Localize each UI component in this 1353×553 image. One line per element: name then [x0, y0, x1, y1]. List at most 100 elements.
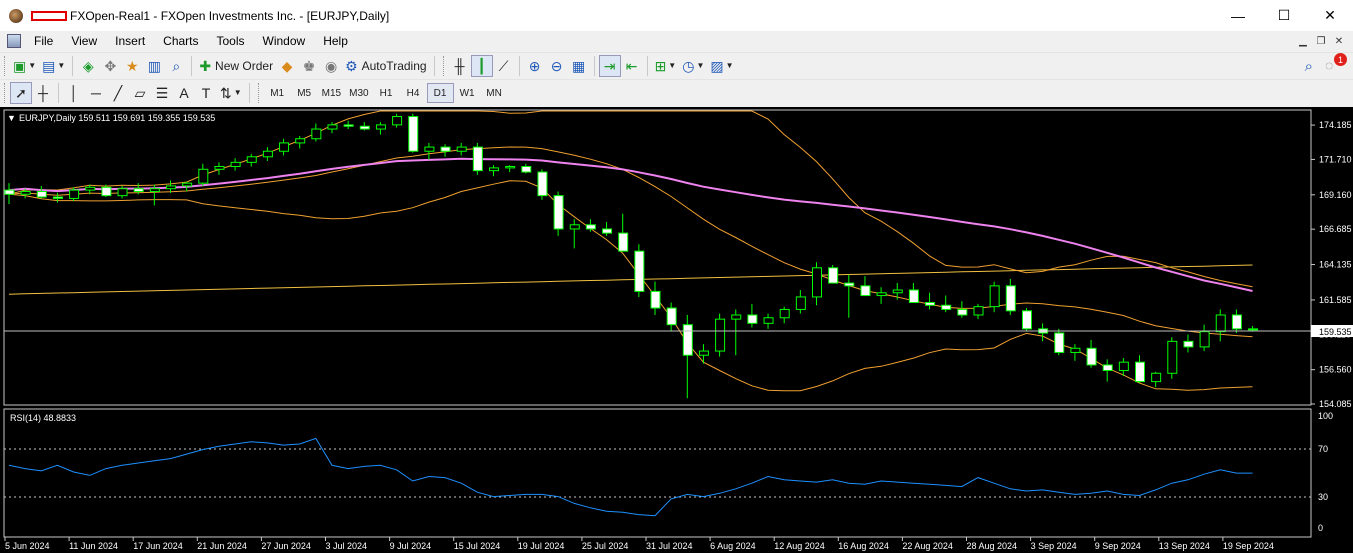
- minimize-button[interactable]: —: [1215, 0, 1261, 31]
- auto-scroll-button[interactable]: ⇥: [598, 55, 621, 77]
- bear-candle: [101, 186, 112, 197]
- profiles-button[interactable]: ▤ ▼: [39, 55, 68, 77]
- timeframe-m30[interactable]: M30: [345, 83, 372, 103]
- toolbar-grip-3[interactable]: [4, 83, 7, 103]
- text-label-icon: T: [201, 85, 211, 101]
- menu-window[interactable]: Window: [254, 34, 315, 48]
- metaeditor-button[interactable]: ◆: [276, 55, 298, 77]
- zoom-in-button[interactable]: ⊕: [524, 55, 546, 77]
- mdi-minimize-icon[interactable]: ▁: [1295, 33, 1311, 49]
- menu-insert[interactable]: Insert: [106, 34, 154, 48]
- zoom-out-button[interactable]: ⊖: [546, 55, 568, 77]
- mdi-close-icon[interactable]: ✕: [1331, 33, 1347, 49]
- notifications-button[interactable]: ◌ 1: [1325, 53, 1347, 75]
- timeframe-d1[interactable]: D1: [426, 83, 454, 103]
- bull-candle: [311, 128, 322, 140]
- arrows-button[interactable]: ⇅ ▼: [217, 82, 245, 104]
- trendline-button[interactable]: ╱: [107, 82, 129, 104]
- cursor-button[interactable]: ➚: [10, 82, 32, 104]
- date-axis-label: 28 Aug 2024: [967, 541, 1018, 551]
- new-order-button[interactable]: ✚ New Order: [196, 55, 276, 77]
- crosshair-icon: ┼: [38, 85, 48, 101]
- close-button[interactable]: ✕: [1307, 0, 1353, 31]
- crosshair-button[interactable]: ┼: [32, 82, 54, 104]
- current-price-label: 159.535: [1319, 327, 1352, 337]
- chart-window[interactable]: 174.185 171.710 169.160 166.685 164.135 161.5…: [0, 107, 1353, 553]
- bull-candle: [1199, 331, 1210, 348]
- bull-candle: [812, 267, 822, 298]
- data-window-button[interactable]: ✥: [99, 55, 121, 77]
- date-axis-label: 21 Jun 2024: [197, 541, 247, 551]
- autotrading-button[interactable]: ⚙ AutoTrading: [342, 55, 430, 77]
- date-axis-label: 9 Sep 2024: [1095, 541, 1141, 551]
- menu-charts[interactable]: Charts: [154, 34, 207, 48]
- menu-file[interactable]: File: [25, 34, 62, 48]
- bull-candle: [392, 116, 403, 126]
- bear-candle: [650, 290, 661, 309]
- experts-button[interactable]: ♚: [298, 55, 320, 77]
- bull-candle: [489, 167, 499, 172]
- date-axis-label: 15 Jul 2024: [454, 541, 501, 551]
- terminal-button[interactable]: ▥: [143, 55, 165, 77]
- bear-candle: [828, 267, 839, 284]
- toolbar-grip-2[interactable]: [442, 56, 446, 76]
- text-button[interactable]: A: [173, 82, 195, 104]
- line-chart-button[interactable]: ⟋: [493, 55, 515, 77]
- equidistant-channel-button[interactable]: ▱: [129, 82, 151, 104]
- signals-button[interactable]: ◉: [320, 55, 342, 77]
- bear-candle: [343, 124, 354, 127]
- bear-candle: [1102, 364, 1113, 371]
- indicators-button[interactable]: ⊞ ▼: [652, 55, 680, 77]
- rsi-level-0-label: 0: [1318, 523, 1323, 533]
- horizontal-line-button[interactable]: ─: [85, 82, 107, 104]
- toolbar-grip-4[interactable]: [257, 83, 261, 103]
- timeframe-m5[interactable]: M5: [291, 83, 318, 103]
- date-axis-label: 13 Sep 2024: [1159, 541, 1210, 551]
- bull-candle: [1151, 372, 1162, 383]
- main-panel-frame: [3, 109, 1312, 406]
- date-axis-label: 3 Sep 2024: [1031, 541, 1077, 551]
- market-watch-button[interactable]: ◈: [77, 55, 99, 77]
- text-label-button[interactable]: T: [195, 82, 217, 104]
- navigator-button[interactable]: ★: [121, 55, 143, 77]
- timeframe-h1[interactable]: H1: [373, 83, 400, 103]
- mdi-restore-icon[interactable]: ❐: [1313, 33, 1329, 49]
- price-axis-label: 161.585: [1319, 295, 1352, 305]
- autotrading-label: AutoTrading: [361, 59, 427, 73]
- date-axis-label: 16 Aug 2024: [838, 541, 889, 551]
- vertical-line-button[interactable]: │: [63, 82, 85, 104]
- bear-candle: [860, 285, 871, 297]
- cursor-arrow-icon: ➚: [15, 85, 27, 101]
- price-axis-label: 171.710: [1319, 154, 1352, 164]
- toolbar-grip[interactable]: [4, 56, 7, 76]
- new-chart-button[interactable]: ▣ ▼: [10, 55, 39, 77]
- candlestick-button[interactable]: ┃: [470, 55, 493, 77]
- bear-candle: [359, 125, 370, 130]
- menu-tools[interactable]: Tools: [208, 34, 254, 48]
- clock-icon: ◷: [682, 58, 695, 74]
- menu-view[interactable]: View: [62, 34, 106, 48]
- chart-shift-button[interactable]: ⇤: [621, 55, 643, 77]
- market-watch-icon: ◈: [82, 58, 94, 74]
- strategy-tester-button[interactable]: ⌕: [165, 55, 187, 77]
- timeframe-h4[interactable]: H4: [400, 83, 427, 103]
- zoom-out-icon: ⊖: [550, 58, 563, 74]
- menu-help[interactable]: Help: [314, 34, 357, 48]
- timeframe-w1[interactable]: W1: [454, 83, 481, 103]
- chart-window-icon[interactable]: [7, 34, 21, 48]
- bull-candle: [763, 317, 774, 324]
- timeframe-m15[interactable]: M15: [318, 83, 345, 103]
- templates-button[interactable]: ▨ ▼: [707, 55, 736, 77]
- price-chart[interactable]: 174.185 171.710 169.160 166.685 164.135 161.5…: [0, 107, 1353, 553]
- timeframe-m1[interactable]: M1: [264, 83, 291, 103]
- bull-candle: [375, 124, 386, 130]
- search-icon[interactable]: ⌕: [1305, 58, 1313, 75]
- bar-chart-button[interactable]: ╫: [449, 55, 471, 77]
- redacted-account: [31, 10, 67, 21]
- trendline-icon: ╱: [113, 85, 123, 101]
- fibonacci-button[interactable]: ☰: [151, 82, 173, 104]
- timeframe-mn[interactable]: MN: [481, 83, 508, 103]
- tile-windows-button[interactable]: ▦: [568, 55, 590, 77]
- maximize-button[interactable]: ☐: [1261, 0, 1307, 31]
- periods-button[interactable]: ◷ ▼: [679, 55, 707, 77]
